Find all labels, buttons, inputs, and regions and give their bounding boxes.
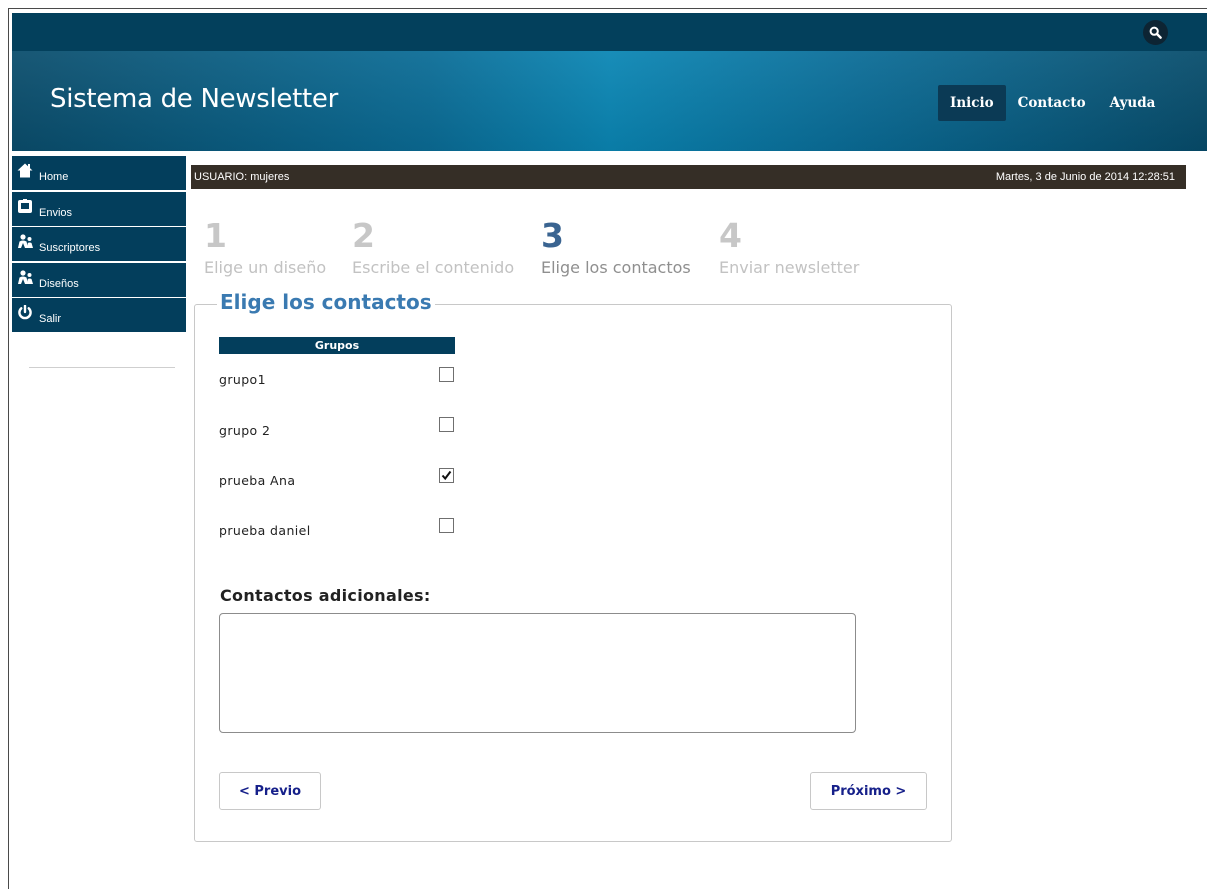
step-number: 4 xyxy=(719,216,742,255)
checkmark-icon xyxy=(441,470,452,481)
nav-ayuda[interactable]: Ayuda xyxy=(1098,85,1168,121)
step-number: 1 xyxy=(204,216,227,255)
sidebar-item-suscriptores[interactable]: Suscriptores xyxy=(12,227,186,261)
additional-contacts-textarea[interactable] xyxy=(219,613,856,733)
group-label: grupo1 xyxy=(219,372,266,387)
step-label: Elige los contactos xyxy=(541,258,691,277)
search-icon xyxy=(1149,26,1162,39)
previous-button[interactable]: < Previo xyxy=(219,772,321,810)
users-icon xyxy=(18,269,33,284)
user-bar: USUARIO: mujeres Martes, 3 de Junio de 2… xyxy=(191,165,1186,189)
additional-contacts-label: Contactos adicionales: xyxy=(220,586,431,605)
step-label: Elige un diseño xyxy=(204,258,327,277)
sidebar-item-disenos[interactable]: Diseños xyxy=(12,262,186,297)
step-number: 2 xyxy=(352,216,375,255)
step-1: 1 Elige un diseño xyxy=(204,216,327,278)
sidebar-item-home[interactable]: Home xyxy=(12,156,186,190)
group-checkbox-grupo2[interactable] xyxy=(439,417,454,432)
sidebar: Home Envios Suscriptores Diseños Salir xyxy=(12,156,186,334)
group-label: prueba daniel xyxy=(219,523,311,538)
nav-contacto[interactable]: Contacto xyxy=(1006,85,1098,121)
step-label: Escribe el contenido xyxy=(352,258,515,277)
username-label: USUARIO: mujeres xyxy=(194,171,290,183)
group-label: grupo 2 xyxy=(219,423,271,438)
home-icon xyxy=(17,163,33,178)
step-2: 2 Escribe el contenido xyxy=(352,216,515,278)
sidebar-item-label: Salir xyxy=(39,313,62,325)
sidebar-item-label: Suscriptores xyxy=(39,242,101,254)
step-4: 4 Enviar newsletter xyxy=(719,216,860,278)
next-button[interactable]: Próximo > xyxy=(810,772,927,810)
group-checkbox-grupo1[interactable] xyxy=(439,367,454,382)
top-strip xyxy=(12,13,1207,51)
envelope-icon xyxy=(18,198,32,213)
frame-border-top xyxy=(8,8,1207,9)
browser-frame: Sistema de Newsletter Inicio Contacto Ay… xyxy=(0,0,1207,889)
sidebar-item-label: Diseños xyxy=(39,277,79,290)
fieldset-legend: Elige los contactos xyxy=(217,290,435,314)
datetime-label: Martes, 3 de Junio de 2014 12:28:51 xyxy=(995,171,1175,183)
search-button[interactable] xyxy=(1143,20,1168,45)
top-nav: Inicio Contacto Ayuda xyxy=(938,85,1167,121)
site-title: Sistema de Newsletter xyxy=(50,84,339,114)
sidebar-item-label: Envios xyxy=(39,206,73,219)
groups-header: Grupos xyxy=(219,337,455,354)
sidebar-item-label: Home xyxy=(39,171,69,183)
group-label: prueba Ana xyxy=(219,473,296,488)
frame-border-left xyxy=(8,8,9,889)
step-label: Enviar newsletter xyxy=(719,258,860,277)
step-number: 3 xyxy=(541,216,564,255)
contacts-fieldset xyxy=(194,304,952,842)
power-icon xyxy=(18,305,32,320)
sidebar-divider xyxy=(29,367,175,368)
group-checkbox-prueba-ana[interactable] xyxy=(439,468,454,483)
sidebar-item-envios[interactable]: Envios xyxy=(12,191,186,226)
step-3: 3 Elige los contactos xyxy=(541,216,691,278)
sidebar-item-salir[interactable]: Salir xyxy=(12,298,186,332)
group-checkbox-prueba-daniel[interactable] xyxy=(439,518,454,533)
nav-inicio[interactable]: Inicio xyxy=(938,85,1006,121)
users-icon xyxy=(18,234,33,248)
